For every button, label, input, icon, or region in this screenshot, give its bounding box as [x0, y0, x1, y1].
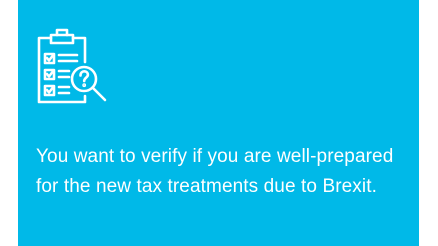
card-message: You want to verify if you are well-prepa…: [36, 146, 394, 197]
checklist-search-icon: [33, 26, 115, 108]
page: You want to verify if you are well-prepa…: [0, 0, 438, 246]
info-card: You want to verify if you are well-prepa…: [18, 0, 419, 246]
